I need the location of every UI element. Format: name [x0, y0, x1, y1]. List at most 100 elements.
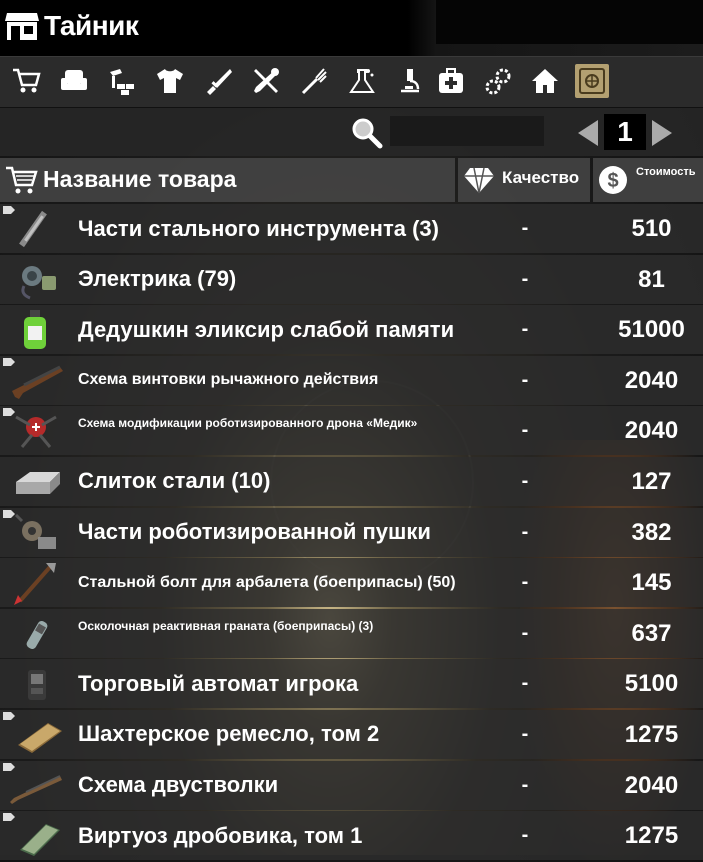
category-cart[interactable]: [9, 64, 43, 98]
category-clothing[interactable]: [153, 64, 187, 98]
column-header-price-label: Стоимость: [636, 166, 696, 178]
category-furniture[interactable]: [57, 64, 91, 98]
item-price: 2040: [624, 417, 679, 445]
item-name: Слиток стали (10): [78, 468, 271, 494]
table-row[interactable]: Схема двустволки - 2040: [0, 760, 703, 810]
house-icon: [532, 69, 558, 93]
item-price: 1275: [624, 822, 679, 850]
safe-icon: [579, 68, 605, 94]
table-row[interactable]: Слиток стали (10) - 127: [0, 456, 703, 506]
category-weapons[interactable]: [201, 64, 235, 98]
vending-machine-icon: [28, 670, 46, 701]
search-input[interactable]: [390, 116, 544, 146]
mining-book-icon: [3, 711, 62, 753]
table-row[interactable]: Части стального инструмента (3) - 510: [0, 204, 703, 253]
table-row[interactable]: Виртуоз дробовика, том 1 - 1275: [0, 811, 703, 861]
item-name: Виртуоз дробовика, том 1: [78, 822, 363, 848]
category-building[interactable]: [105, 64, 139, 98]
item-name: Дедушкин эликсир слабой памяти: [78, 316, 455, 342]
cart-icon: [13, 68, 41, 93]
flask-icon: [349, 69, 375, 93]
item-name: Части стального инструмента (3): [78, 215, 439, 241]
prev-page-icon[interactable]: [574, 118, 602, 148]
item-price: 1275: [624, 720, 679, 748]
search-row: 1: [0, 108, 703, 156]
item-price: 637: [631, 619, 672, 647]
svg-text:$: $: [607, 170, 618, 192]
window-title: Тайник: [44, 10, 139, 41]
tools-icon: [254, 68, 279, 93]
item-quality: -: [521, 217, 529, 239]
building-blocks-icon: [110, 69, 134, 95]
item-quality: -: [521, 318, 529, 341]
item-quality: -: [521, 368, 529, 391]
table-row[interactable]: Торговый автомат игрока - 5100: [0, 659, 703, 709]
item-quality: -: [521, 520, 529, 543]
lever-rifle-icon: [3, 357, 63, 399]
item-quality: -: [521, 722, 529, 745]
search-icon[interactable]: [350, 116, 384, 150]
fork-icon: [301, 68, 327, 95]
table-row[interactable]: Дедушкин эликсир слабой памяти - 51000: [0, 305, 703, 355]
item-quality: -: [521, 571, 529, 594]
table-row[interactable]: Схема винтовки рычажного действия - 2040: [0, 355, 703, 405]
titlebar-slot: [436, 0, 703, 44]
knife-icon: [207, 69, 232, 95]
column-header-quality-label: Качество: [502, 168, 580, 187]
electrical-parts-icon: [21, 265, 56, 299]
item-name: Шахтерское ремесло, том 2: [78, 721, 380, 747]
double-barrel-icon: [3, 762, 62, 804]
category-chemistry[interactable]: [345, 64, 379, 98]
table-row[interactable]: Электрика (79) - 81: [0, 254, 703, 304]
cart-icon: [6, 166, 38, 194]
next-page-icon[interactable]: [648, 118, 676, 148]
item-price: 2040: [624, 771, 679, 799]
item-name: Электрика (79): [78, 266, 237, 292]
crossbow-bolt-icon: [14, 563, 56, 606]
table-row[interactable]: Схема модификации роботизированного дрон…: [0, 406, 703, 456]
microscope-icon: [401, 69, 420, 93]
item-price: 127: [631, 467, 672, 495]
table-row[interactable]: Шахтерское ремесло, том 2 - 1275: [0, 709, 703, 759]
turret-parts-icon: [3, 509, 56, 549]
item-price: 382: [631, 518, 672, 546]
category-decor[interactable]: [528, 64, 562, 98]
column-header-name-label: Название товара: [43, 166, 237, 192]
elixir-bottle-icon: [24, 310, 46, 350]
window-titlebar: Тайник: [0, 0, 703, 56]
category-food[interactable]: [297, 64, 331, 98]
column-header-quality[interactable]: Качество: [458, 158, 590, 202]
item-quality: -: [521, 267, 529, 290]
category-safe[interactable]: [575, 64, 609, 98]
rocket-grenade-icon: [26, 620, 48, 649]
shirt-icon: [157, 69, 183, 93]
item-name: Осколочная реактивная граната (боеприпас…: [78, 618, 374, 633]
diamond-icon: [464, 167, 494, 194]
item-name: Торговый автомат игрока: [78, 670, 359, 696]
item-price: 81: [638, 265, 665, 293]
item-name: Стальной болт для арбалета (боеприпасы) …: [78, 573, 456, 591]
medkit-icon: [439, 68, 463, 93]
table-row[interactable]: Части роботизированной пушки - 382: [0, 507, 703, 557]
column-header-name[interactable]: Название товара: [0, 158, 455, 202]
item-price: 2040: [624, 366, 679, 394]
item-name: Схема двустволки: [78, 772, 279, 798]
category-science[interactable]: [393, 64, 427, 98]
category-tools[interactable]: [249, 64, 283, 98]
item-price: 510: [631, 215, 672, 242]
item-quality: -: [521, 419, 529, 442]
column-header-price[interactable]: $ Стоимость: [593, 158, 703, 202]
category-mods[interactable]: [481, 64, 515, 98]
table-row[interactable]: Осколочная реактивная граната (боеприпас…: [0, 608, 703, 658]
item-quality: -: [521, 621, 529, 644]
item-quality: -: [521, 469, 529, 492]
category-medical[interactable]: [434, 64, 468, 98]
item-quality: -: [521, 773, 529, 796]
item-list: Части стального инструмента (3) - 510 Элект…: [0, 204, 703, 862]
item-price: 5100: [624, 670, 679, 698]
table-row[interactable]: Стальной болт для арбалета (боеприпасы) …: [0, 558, 703, 608]
armchair-icon: [61, 70, 87, 90]
steel-ingot-icon: [16, 471, 60, 494]
page-number: 1: [604, 114, 646, 150]
steel-tool-parts-icon: [3, 206, 47, 248]
